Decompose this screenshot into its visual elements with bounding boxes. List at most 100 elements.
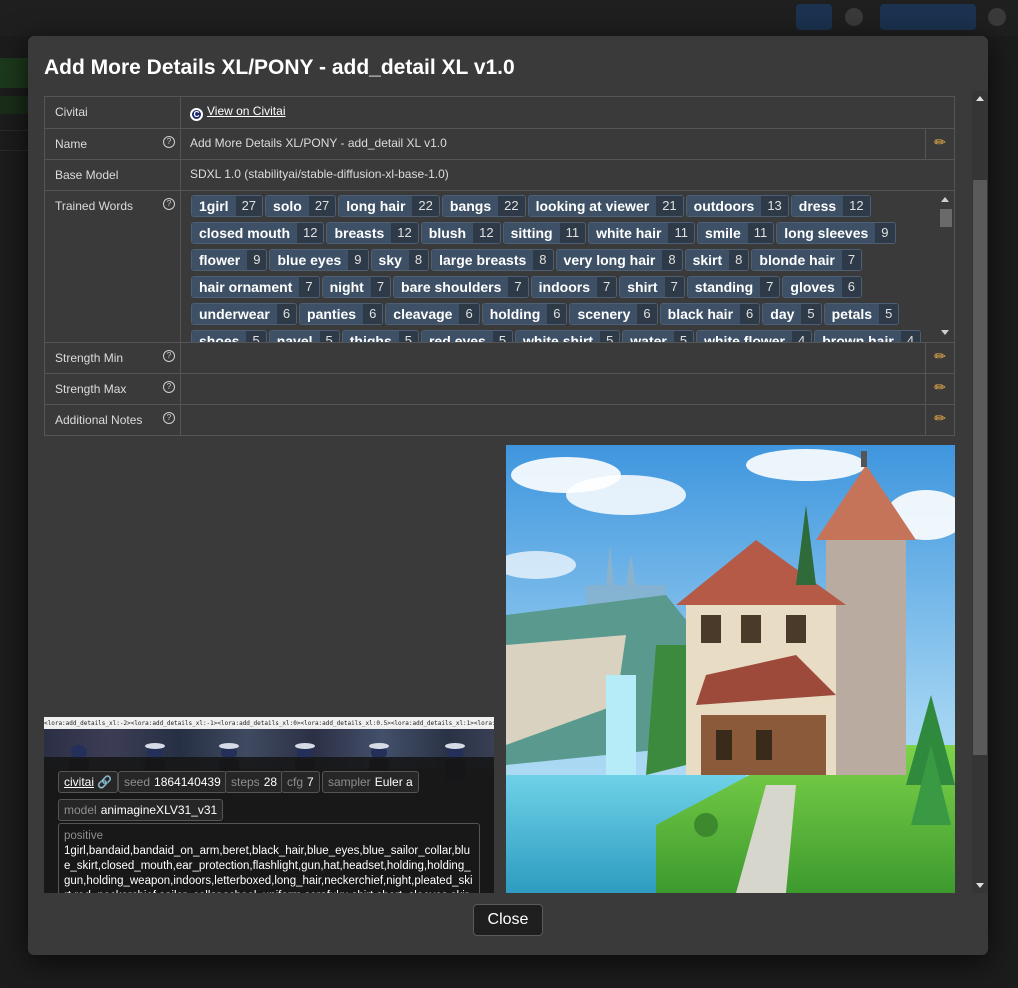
trained-word-count: 7 [370,277,391,297]
trained-word-chip[interactable]: navel 5 [268,330,340,342]
civitai-image-link[interactable]: civitai 🔗 [58,771,119,793]
trained-word-count: 9 [348,250,368,270]
trained-word-chip[interactable]: flower 9 [191,249,268,271]
trained-word-chip[interactable]: black hair 6 [659,303,761,325]
trained-word-chip[interactable]: long sleeves 9 [776,222,896,244]
civitai-link-text[interactable]: civitai [64,775,94,789]
trained-word-chip[interactable]: smile 11 [696,222,775,244]
scroll-up-icon[interactable] [976,96,984,101]
example-image-castle[interactable] [506,445,955,893]
trained-word-text: bare shoulders [394,277,509,297]
label-strength-max: Strength Max? [44,373,181,405]
trained-word-chip[interactable]: outdoors 13 [685,195,789,217]
trained-word-chip[interactable]: blue eyes 9 [269,249,369,271]
trained-word-chip[interactable]: bare shoulders 7 [393,276,529,298]
label-trained-words: Trained Words? [44,190,181,343]
example-image-card[interactable]: <lora:add_details_xl:-2> <lora:add_detail… [44,717,494,893]
trained-word-count: 21 [656,196,683,216]
trained-word-count: 9 [247,250,267,270]
edit-name-button[interactable]: ✏ [925,128,955,160]
trained-word-chip[interactable]: thighs 5 [341,330,419,342]
trained-word-chip[interactable]: skirt 8 [684,249,750,271]
trained-word-chip[interactable]: hair ornament 7 [191,276,320,298]
view-on-civitai-link[interactable]: View on Civitai [207,104,285,118]
trained-word-text: long hair [339,196,413,216]
trained-word-chip[interactable]: shirt 7 [619,276,685,298]
trained-words-cell: 1girl 27 solo 27 long hair 22 bangs 22 looking a… [180,190,955,343]
trained-word-text: dress [791,196,844,216]
trained-words-list[interactable]: 1girl 27 solo 27 long hair 22 bangs 22 looking a… [181,191,954,342]
trained-word-chip[interactable]: dress 12 [790,195,871,217]
trained-word-chip[interactable]: 1girl 27 [191,195,264,217]
edit-notes-button[interactable]: ✏ [925,404,955,436]
scroll-thumb[interactable] [940,209,952,227]
scroll-down-icon[interactable] [976,883,984,888]
trained-word-chip[interactable]: standing 7 [686,276,781,298]
modal-scrollbar[interactable] [972,91,988,893]
trained-word-chip[interactable]: sitting 11 [502,222,587,244]
trained-word-chip[interactable]: solo 27 [265,195,337,217]
trained-words-scrollbar[interactable] [938,193,952,339]
trained-word-chip[interactable]: underwear 6 [191,303,298,325]
trained-word-chip[interactable]: scenery 6 [569,303,658,325]
background-panel [0,58,30,88]
label-additional-notes: Additional Notes? [44,404,181,436]
trained-word-chip[interactable]: shoes 5 [191,330,267,342]
trained-word-text: smile [697,223,748,243]
trained-word-chip[interactable]: white shirt 5 [515,330,621,342]
trained-word-chip[interactable]: red eyes 5 [420,330,514,342]
trained-word-chip[interactable]: breasts 12 [326,222,419,244]
help-icon[interactable]: ? [163,381,175,393]
trained-word-count: 4 [792,331,812,342]
trained-word-chip[interactable]: long hair 22 [338,195,440,217]
trained-word-chip[interactable]: white flower 4 [696,330,813,342]
label-base-model: Base Model [44,159,181,191]
trained-word-text: thighs [342,331,399,342]
pencil-icon: ✏ [934,348,946,364]
sampler-value: Euler a [374,775,413,789]
positive-prompt-box[interactable]: positive 1girl,bandaid,bandaid_on_arm,be… [58,823,480,893]
trained-word-chip[interactable]: brown hair 4 [814,330,922,342]
row-strength-max: Strength Max? ✏ [44,373,955,405]
trained-word-chip[interactable]: blush 12 [420,222,501,244]
trained-word-chip[interactable]: large breasts 8 [431,249,554,271]
trained-word-count: 12 [297,223,324,243]
trained-word-chip[interactable]: very long hair 8 [555,249,683,271]
trained-word-text: white shirt [516,331,601,342]
trained-word-text: night [322,277,371,297]
close-button[interactable]: Close [473,904,543,936]
trained-word-chip[interactable]: holding 6 [481,303,568,325]
trained-word-chip[interactable]: white hair 11 [588,222,695,244]
trained-word-count: 5 [600,331,620,342]
trained-words-label-text: Trained Words [55,199,134,213]
trained-word-text: blush [421,223,474,243]
trained-word-text: gloves [783,277,842,297]
trained-word-text: scenery [570,304,638,324]
trained-word-text: white hair [589,223,669,243]
help-icon[interactable]: ? [163,136,175,148]
edit-strength-max-button[interactable]: ✏ [925,373,955,405]
help-icon[interactable]: ? [163,350,175,362]
trained-word-chip[interactable]: closed mouth 12 [191,222,325,244]
trained-word-chip[interactable]: day 5 [762,303,822,325]
scroll-thumb[interactable] [973,180,987,755]
name-value: Add More Details XL/PONY - add_detail XL… [180,128,926,160]
trained-word-chip[interactable]: indoors 7 [530,276,618,298]
trained-word-chip[interactable]: night 7 [321,276,392,298]
trained-word-chip[interactable]: gloves 6 [782,276,862,298]
trained-word-chip[interactable]: cleavage 6 [385,303,480,325]
scroll-down-icon[interactable] [941,330,949,335]
scroll-up-icon[interactable] [941,197,949,202]
seed-label: seed [124,775,151,789]
trained-word-chip[interactable]: bangs 22 [441,195,526,217]
trained-word-chip[interactable]: water 5 [622,330,695,342]
edit-strength-min-button[interactable]: ✏ [925,342,955,374]
help-icon[interactable]: ? [163,198,175,210]
trained-word-chip[interactable]: panties 6 [299,303,384,325]
help-icon[interactable]: ? [163,412,175,424]
trained-word-chip[interactable]: petals 5 [823,303,900,325]
trained-word-chip[interactable]: sky 8 [370,249,430,271]
trained-word-chip[interactable]: looking at viewer 21 [527,195,684,217]
label-name: Name? [44,128,181,160]
trained-word-chip[interactable]: blonde hair 7 [751,249,863,271]
